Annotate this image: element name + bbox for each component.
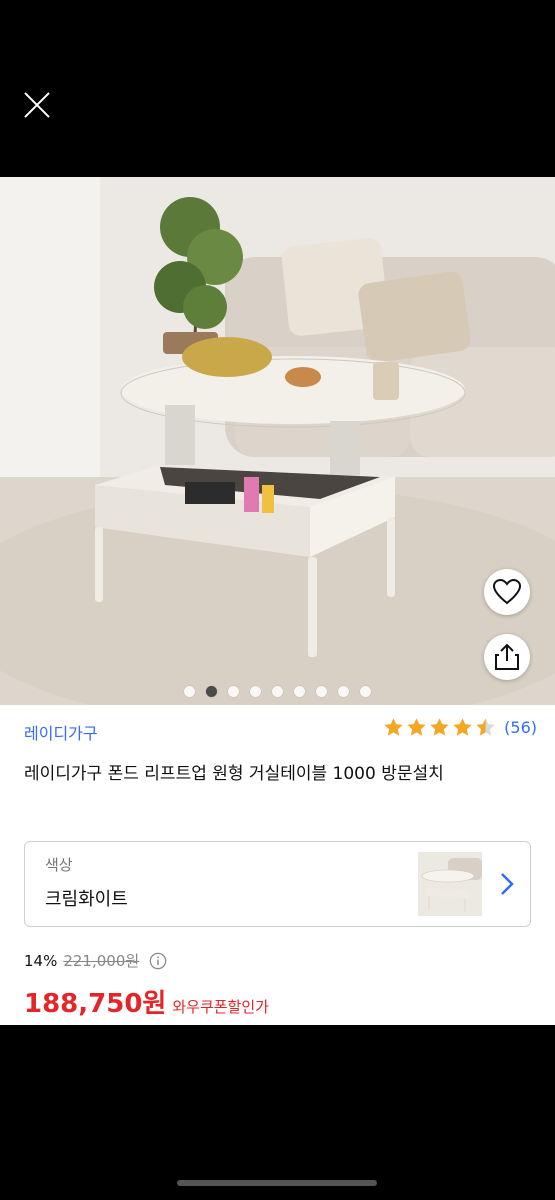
carousel-dot[interactable] bbox=[338, 686, 349, 697]
brand-link[interactable]: 레이디가구 bbox=[24, 720, 98, 744]
review-count[interactable]: (56) bbox=[504, 718, 537, 737]
chevron-right-icon bbox=[501, 873, 514, 895]
sale-price: 188,750원 bbox=[24, 989, 167, 1019]
star-half-icon bbox=[476, 718, 495, 736]
carousel-dot[interactable] bbox=[228, 686, 239, 697]
discount-row: 14% 221,000원 bbox=[24, 950, 167, 971]
color-option-selector[interactable]: 색상 크림화이트 bbox=[24, 841, 531, 927]
carousel-dot[interactable] bbox=[272, 686, 283, 697]
share-icon bbox=[495, 643, 519, 670]
option-thumbnail bbox=[418, 852, 482, 916]
share-button[interactable] bbox=[484, 634, 530, 680]
star-icon bbox=[384, 718, 403, 736]
carousel-dot[interactable] bbox=[206, 686, 217, 697]
product-title: 레이디가구 폰드 리프트업 원형 거실테이블 1000 방문설치 bbox=[24, 764, 444, 784]
carousel-dot[interactable] bbox=[360, 686, 371, 697]
product-info: 레이디가구 (56) 레이디가구 폰드 리프트업 원형 거실테이블 1000 방… bbox=[0, 705, 555, 1025]
product-photo bbox=[0, 177, 555, 705]
top-bar bbox=[0, 0, 555, 175]
carousel-dot[interactable] bbox=[316, 686, 327, 697]
original-price: 221,000원 bbox=[63, 952, 140, 970]
wishlist-button[interactable] bbox=[484, 569, 530, 615]
heart-icon bbox=[493, 579, 521, 605]
star-icon bbox=[453, 718, 472, 736]
home-indicator[interactable] bbox=[177, 1180, 377, 1186]
carousel-dot[interactable] bbox=[294, 686, 305, 697]
coupon-label: 와우쿠폰할인가 bbox=[172, 998, 269, 1016]
bottom-bar bbox=[0, 1025, 555, 1200]
option-value: 크림화이트 bbox=[45, 889, 128, 910]
price-row: 188,750원 와우쿠폰할인가 bbox=[24, 983, 269, 1020]
discount-percent: 14% bbox=[24, 951, 58, 970]
star-icon bbox=[407, 718, 426, 736]
carousel-dot[interactable] bbox=[250, 686, 261, 697]
option-label: 색상 bbox=[45, 856, 73, 874]
product-image[interactable] bbox=[0, 177, 555, 705]
close-icon[interactable] bbox=[22, 90, 52, 120]
star-icon bbox=[430, 718, 449, 736]
info-icon[interactable] bbox=[149, 952, 167, 970]
carousel-dots bbox=[0, 686, 555, 698]
carousel-dot[interactable] bbox=[184, 686, 195, 697]
rating[interactable]: (56) bbox=[383, 717, 537, 738]
